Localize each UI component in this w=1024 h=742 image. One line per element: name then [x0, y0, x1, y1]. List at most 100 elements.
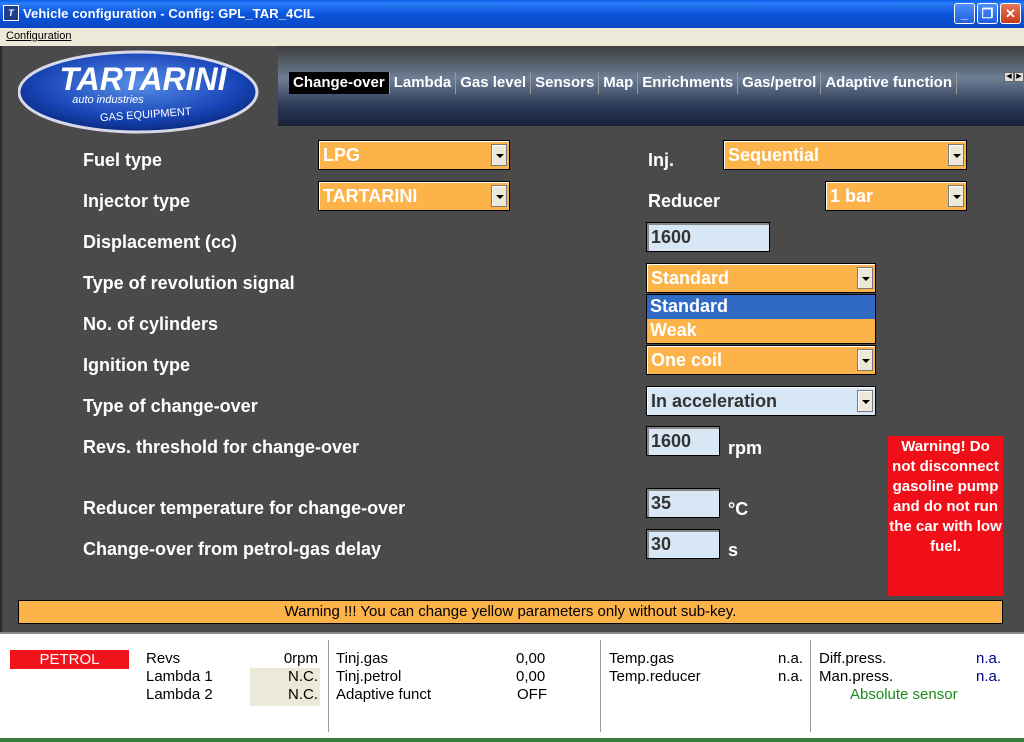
- diff-press-value: n.a.: [976, 650, 1002, 667]
- tinj-gas-label: Tinj.gas: [336, 650, 388, 667]
- status-divider: [810, 640, 811, 732]
- rev-signal-label: Type of revolution signal: [83, 273, 295, 293]
- lambda2-value: N.C.: [288, 686, 318, 703]
- temp-reducer-value: n.a.: [778, 668, 804, 685]
- displacement-label: Displacement (cc): [83, 232, 238, 252]
- window-title: Vehicle configuration - Config: GPL_TAR_…: [23, 6, 315, 21]
- title-bar: T Vehicle configuration - Config: GPL_TA…: [0, 0, 1024, 28]
- rev-signal-value: Standard: [651, 268, 730, 288]
- revs-threshold-field[interactable]: 1600: [646, 426, 720, 456]
- ignition-select[interactable]: One coil: [646, 345, 876, 375]
- adaptive-value: OFF: [517, 686, 547, 703]
- rev-signal-select[interactable]: Standard: [646, 263, 876, 293]
- tab-adaptive-function[interactable]: Adaptive function: [821, 72, 958, 94]
- maximize-button[interactable]: ❐: [977, 3, 998, 24]
- chevron-down-icon[interactable]: [948, 144, 964, 166]
- man-press-label: Man.press.: [819, 668, 894, 685]
- man-press-value: n.a.: [976, 668, 1002, 685]
- tab-map[interactable]: Map: [599, 72, 639, 94]
- bottom-edge: [0, 738, 1024, 742]
- tinj-gas-value: 0,00: [516, 650, 546, 667]
- yellow-params-warning: Warning !!! You can change yellow parame…: [18, 600, 1003, 624]
- minimize-button[interactable]: _: [954, 3, 975, 24]
- tab-enrichments[interactable]: Enrichments: [638, 72, 739, 94]
- changeover-type-select[interactable]: In acceleration: [646, 386, 876, 416]
- tinj-petrol-value: 0,00: [516, 668, 546, 685]
- revs-label: Revs: [146, 650, 181, 667]
- injector-type-value: TARTARINI: [323, 186, 418, 206]
- status-divider: [600, 640, 601, 732]
- tab-strip: Change-over Lambda Gas level Sensors Map…: [289, 72, 958, 94]
- tab-scroll-right-icon[interactable]: ▶: [1014, 72, 1024, 82]
- injector-type-select[interactable]: TARTARINI: [318, 181, 510, 211]
- reducer-label: Reducer: [648, 191, 721, 211]
- lambda1-value: N.C.: [288, 668, 318, 685]
- temp-gas-label: Temp.gas: [609, 650, 675, 667]
- tab-scroll: ◀ ▶: [1004, 72, 1024, 82]
- tab-lambda[interactable]: Lambda: [390, 72, 457, 94]
- inj-label: Inj.: [648, 150, 674, 170]
- lambda2-label: Lambda 2: [146, 686, 213, 703]
- delay-unit: s: [728, 540, 739, 560]
- chevron-down-icon[interactable]: [491, 185, 507, 207]
- chevron-down-icon[interactable]: [491, 144, 507, 166]
- temp-gas-value: n.a.: [778, 650, 804, 667]
- rev-signal-option-weak[interactable]: Weak: [647, 319, 875, 343]
- delay-value: 30: [651, 534, 672, 554]
- adaptive-label: Adaptive funct: [336, 686, 432, 703]
- revs-value: 0rpm: [283, 650, 318, 667]
- injector-type-label: Injector type: [83, 191, 191, 211]
- main-panel: TARTARINI auto industries GAS EQUIPMENT …: [0, 46, 1024, 632]
- changeover-type-label: Type of change-over: [83, 396, 258, 416]
- tab-gas-petrol[interactable]: Gas/petrol: [738, 72, 822, 94]
- revs-threshold-unit: rpm: [728, 438, 763, 458]
- sensor-type-label: Absolute sensor: [850, 686, 958, 703]
- app-icon[interactable]: T: [3, 5, 19, 21]
- inj-select[interactable]: Sequential: [723, 140, 967, 170]
- changeover-type-value: In acceleration: [651, 391, 778, 411]
- chevron-down-icon[interactable]: [948, 185, 964, 207]
- delay-field[interactable]: 30: [646, 529, 720, 559]
- diff-press-label: Diff.press.: [819, 650, 887, 667]
- chevron-down-icon[interactable]: [857, 349, 873, 371]
- tab-scroll-left-icon[interactable]: ◀: [1004, 72, 1014, 82]
- fuel-type-value: LPG: [323, 145, 361, 165]
- reducer-temp-label: Reducer temperature for change-over: [83, 498, 406, 518]
- lambda1-label: Lambda 1: [146, 668, 213, 685]
- logo-sub1: auto industries: [72, 94, 144, 106]
- displacement-value: 1600: [651, 227, 692, 247]
- reducer-temp-value: 35: [651, 493, 672, 513]
- status-divider: [328, 640, 329, 732]
- inj-value: Sequential: [728, 145, 820, 165]
- menu-bar: Configuration: [0, 28, 1024, 46]
- logo-brand: TARTARINI: [59, 61, 227, 97]
- cylinders-label: No. of cylinders: [83, 314, 219, 334]
- ignition-label: Ignition type: [83, 355, 190, 375]
- chevron-down-icon[interactable]: [857, 267, 873, 289]
- rev-signal-dropdown: Standard Weak: [646, 294, 876, 344]
- displacement-field[interactable]: 1600: [646, 222, 770, 252]
- reducer-temp-unit: °C: [728, 499, 749, 519]
- fuel-type-select[interactable]: LPG: [318, 140, 510, 170]
- close-button[interactable]: ✕: [1000, 3, 1021, 24]
- reducer-value: 1 bar: [830, 186, 874, 206]
- delay-label: Change-over from petrol-gas delay: [83, 539, 382, 559]
- tab-sensors[interactable]: Sensors: [531, 72, 600, 94]
- chevron-down-icon[interactable]: [857, 390, 873, 412]
- reducer-select[interactable]: 1 bar: [825, 181, 967, 211]
- tartarini-logo: TARTARINI auto industries GAS EQUIPMENT: [18, 50, 259, 134]
- fuel-warning-box: Warning! Do not disconnect gasoline pump…: [888, 436, 1003, 596]
- menu-configuration[interactable]: Configuration: [6, 30, 71, 42]
- status-panel: PETROL Revs 0rpm Lambda 1 N.C. Lambda 2 …: [0, 632, 1024, 738]
- ignition-value: One coil: [651, 350, 723, 370]
- temp-reducer-label: Temp.reducer: [609, 668, 701, 685]
- tab-change-over[interactable]: Change-over: [289, 72, 390, 94]
- fuel-type-label: Fuel type: [83, 150, 163, 170]
- revs-threshold-label: Revs. threshold for change-over: [83, 437, 360, 457]
- fuel-mode-badge: PETROL: [10, 650, 129, 669]
- reducer-temp-field[interactable]: 35: [646, 488, 720, 518]
- revs-threshold-value: 1600: [651, 431, 692, 451]
- tab-gas-level[interactable]: Gas level: [456, 72, 532, 94]
- rev-signal-option-standard[interactable]: Standard: [647, 295, 875, 319]
- tinj-petrol-label: Tinj.petrol: [336, 668, 402, 685]
